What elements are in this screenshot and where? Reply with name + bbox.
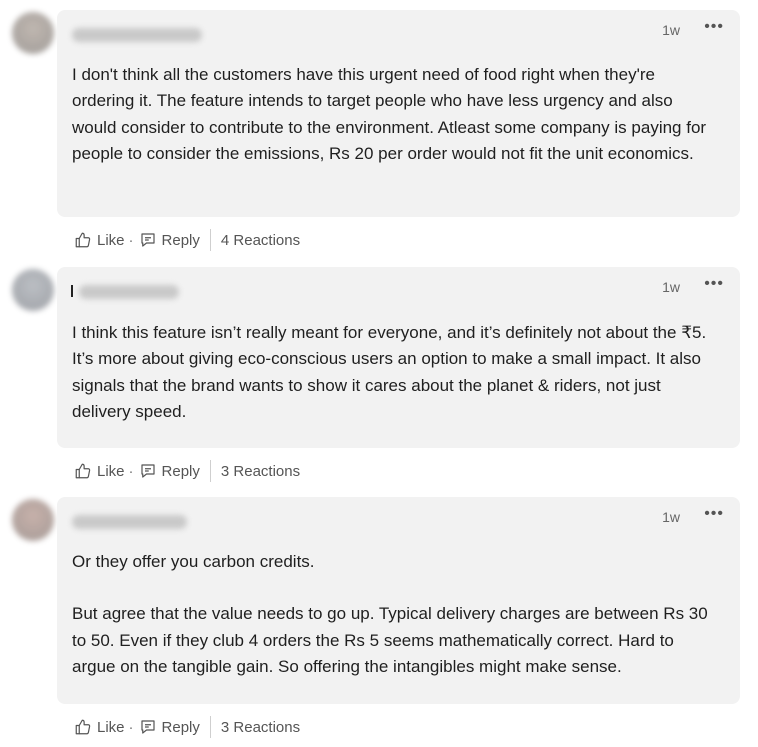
comment-text: Or they offer you carbon credits. But ag… — [72, 549, 720, 680]
comment-actions: Like · Reply 3 Reactions — [74, 716, 300, 738]
comment-paragraph: Or they offer you carbon credits. — [72, 552, 315, 571]
like-label: Like — [97, 462, 125, 480]
like-button[interactable]: Like — [74, 718, 125, 736]
divider — [209, 716, 211, 738]
comment-actions: Like · Reply 4 Reactions — [74, 229, 300, 251]
more-options-icon[interactable]: ••• — [704, 505, 724, 523]
avatar[interactable] — [12, 499, 54, 541]
comment-timestamp: 1w — [662, 279, 680, 295]
divider — [209, 460, 211, 482]
thumbs-up-icon — [74, 718, 92, 736]
like-label: Like — [97, 231, 125, 249]
like-button[interactable]: Like — [74, 462, 125, 480]
speech-bubble-icon — [139, 718, 157, 736]
speech-bubble-icon — [139, 231, 157, 249]
reactions-count[interactable]: 3 Reactions — [221, 719, 300, 736]
comment-actions: Like · Reply 3 Reactions — [74, 460, 300, 482]
reply-button[interactable]: Reply — [139, 231, 200, 249]
reply-label: Reply — [161, 718, 200, 736]
reply-button[interactable]: Reply — [139, 462, 200, 480]
author-name-fragment — [71, 285, 73, 297]
more-options-icon[interactable]: ••• — [704, 275, 724, 293]
comment-text: I think this feature isn’t really meant … — [72, 320, 720, 425]
reply-button[interactable]: Reply — [139, 718, 200, 736]
comment-text: I don't think all the customers have thi… — [72, 62, 720, 167]
avatar[interactable] — [12, 269, 54, 311]
comment-paragraph: I think this feature isn’t really meant … — [72, 323, 707, 421]
comment-paragraph: I don't think all the customers have thi… — [72, 65, 707, 163]
more-options-icon[interactable]: ••• — [704, 18, 724, 36]
reply-label: Reply — [161, 231, 200, 249]
reactions-count[interactable]: 4 Reactions — [221, 232, 300, 249]
comment-paragraph: But agree that the value needs to go up.… — [72, 604, 708, 676]
comment-bubble: 1w ••• Or they offer you carbon credits.… — [57, 497, 740, 704]
comment-timestamp: 1w — [662, 22, 680, 38]
separator-dot: · — [128, 231, 134, 249]
speech-bubble-icon — [139, 462, 157, 480]
reactions-count[interactable]: 3 Reactions — [221, 463, 300, 480]
reply-label: Reply — [161, 462, 200, 480]
comment-timestamp: 1w — [662, 509, 680, 525]
author-name-blurred[interactable] — [79, 285, 179, 299]
author-name-blurred[interactable] — [72, 515, 187, 529]
separator-dot: · — [128, 462, 134, 480]
comment-bubble: 1w ••• I think this feature isn’t really… — [57, 267, 740, 448]
like-button[interactable]: Like — [74, 231, 125, 249]
author-name-blurred[interactable] — [72, 28, 202, 42]
thumbs-up-icon — [74, 231, 92, 249]
thumbs-up-icon — [74, 462, 92, 480]
separator-dot: · — [128, 718, 134, 736]
comment-bubble: 1w ••• I don't think all the customers h… — [57, 10, 740, 217]
like-label: Like — [97, 718, 125, 736]
avatar[interactable] — [12, 12, 54, 54]
divider — [209, 229, 211, 251]
